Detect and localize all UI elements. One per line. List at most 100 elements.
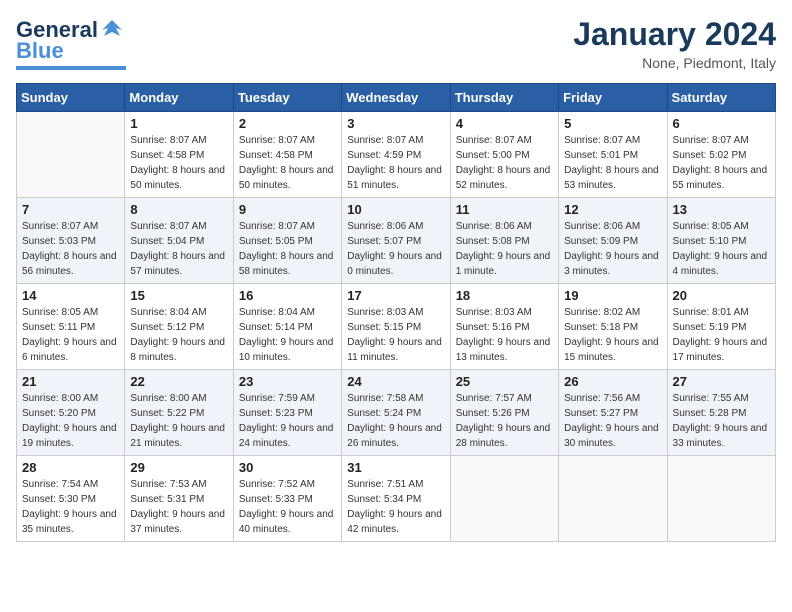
day-info: Sunrise: 8:01 AMSunset: 5:19 PMDaylight:…	[673, 305, 770, 365]
day-info: Sunrise: 8:07 AMSunset: 5:04 PMDaylight:…	[130, 219, 227, 279]
day-number: 26	[564, 374, 661, 389]
day-number: 21	[22, 374, 119, 389]
day-number: 30	[239, 460, 336, 475]
day-info: Sunrise: 7:57 AMSunset: 5:26 PMDaylight:…	[456, 391, 553, 451]
calendar-week-row: 21 Sunrise: 8:00 AMSunset: 5:20 PMDayligh…	[17, 370, 776, 456]
day-number: 9	[239, 202, 336, 217]
location-subtitle: None, Piedmont, Italy	[573, 55, 776, 71]
calendar-cell: 23Sunrise: 7:59 AMSunset: 5:23 PMDayligh…	[233, 370, 341, 456]
calendar-cell: 26 Sunrise: 7:56 AMSunset: 5:27 PMDayligh…	[559, 370, 667, 456]
logo-blue: Blue	[16, 38, 64, 64]
day-number: 15	[130, 288, 227, 303]
day-number: 12	[564, 202, 661, 217]
column-header-tuesday: Tuesday	[233, 84, 341, 112]
day-info: Sunrise: 7:59 AMSunset: 5:23 PMDaylight:…	[239, 391, 336, 451]
column-header-saturday: Saturday	[667, 84, 775, 112]
day-info: Sunrise: 8:00 AMSunset: 5:22 PMDaylight:…	[130, 391, 227, 451]
calendar-cell: 2 Sunrise: 8:07 AMSunset: 4:58 PMDaylight…	[233, 112, 341, 198]
calendar-cell: 13Sunrise: 8:05 AMSunset: 5:10 PMDayligh…	[667, 198, 775, 284]
day-info: Sunrise: 8:07 AMSunset: 5:00 PMDaylight:…	[456, 133, 553, 193]
calendar-cell: 29 Sunrise: 7:53 AMSunset: 5:31 PMDayligh…	[125, 456, 233, 542]
day-number: 14	[22, 288, 119, 303]
logo: General Blue	[16, 16, 126, 70]
day-info: Sunrise: 8:06 AMSunset: 5:09 PMDaylight:…	[564, 219, 661, 279]
day-number: 3	[347, 116, 444, 131]
column-header-friday: Friday	[559, 84, 667, 112]
day-number: 2	[239, 116, 336, 131]
calendar-cell: 28 Sunrise: 7:54 AMSunset: 5:30 PMDayligh…	[17, 456, 125, 542]
calendar-cell: 25Sunrise: 7:57 AMSunset: 5:26 PMDayligh…	[450, 370, 558, 456]
day-info: Sunrise: 7:51 AMSunset: 5:34 PMDaylight:…	[347, 477, 444, 537]
day-number: 20	[673, 288, 770, 303]
day-info: Sunrise: 8:07 AMSunset: 4:58 PMDaylight:…	[239, 133, 336, 193]
day-info: Sunrise: 7:58 AMSunset: 5:24 PMDaylight:…	[347, 391, 444, 451]
calendar-header-row: SundayMondayTuesdayWednesdayThursdayFrid…	[17, 84, 776, 112]
calendar-cell	[667, 456, 775, 542]
calendar-cell: 22 Sunrise: 8:00 AMSunset: 5:22 PMDayligh…	[125, 370, 233, 456]
calendar-cell: 8 Sunrise: 8:07 AMSunset: 5:04 PMDaylight…	[125, 198, 233, 284]
day-number: 27	[673, 374, 770, 389]
day-number: 10	[347, 202, 444, 217]
day-number: 28	[22, 460, 119, 475]
column-header-thursday: Thursday	[450, 84, 558, 112]
column-header-monday: Monday	[125, 84, 233, 112]
calendar-cell: 17 Sunrise: 8:03 AMSunset: 5:15 PMDayligh…	[342, 284, 450, 370]
calendar-week-row: 1 Sunrise: 8:07 AMSunset: 4:58 PMDaylight…	[17, 112, 776, 198]
calendar-cell: 9 Sunrise: 8:07 AMSunset: 5:05 PMDaylight…	[233, 198, 341, 284]
day-info: Sunrise: 8:06 AMSunset: 5:07 PMDaylight:…	[347, 219, 444, 279]
day-number: 17	[347, 288, 444, 303]
day-info: Sunrise: 8:04 AMSunset: 5:12 PMDaylight:…	[130, 305, 227, 365]
day-number: 24	[347, 374, 444, 389]
day-info: Sunrise: 7:54 AMSunset: 5:30 PMDaylight:…	[22, 477, 119, 537]
day-number: 1	[130, 116, 227, 131]
day-number: 19	[564, 288, 661, 303]
day-info: Sunrise: 8:07 AMSunset: 5:05 PMDaylight:…	[239, 219, 336, 279]
day-info: Sunrise: 8:06 AMSunset: 5:08 PMDaylight:…	[456, 219, 553, 279]
day-info: Sunrise: 8:07 AMSunset: 4:58 PMDaylight:…	[130, 133, 227, 193]
calendar-cell	[450, 456, 558, 542]
calendar-cell: 21 Sunrise: 8:00 AMSunset: 5:20 PMDayligh…	[17, 370, 125, 456]
calendar-cell: 31Sunrise: 7:51 AMSunset: 5:34 PMDayligh…	[342, 456, 450, 542]
day-info: Sunrise: 8:00 AMSunset: 5:20 PMDaylight:…	[22, 391, 119, 451]
calendar-cell: 27Sunrise: 7:55 AMSunset: 5:28 PMDayligh…	[667, 370, 775, 456]
logo-bar	[16, 66, 126, 70]
calendar-week-row: 28 Sunrise: 7:54 AMSunset: 5:30 PMDayligh…	[17, 456, 776, 542]
day-number: 22	[130, 374, 227, 389]
day-info: Sunrise: 8:07 AMSunset: 4:59 PMDaylight:…	[347, 133, 444, 193]
calendar-cell: 19 Sunrise: 8:02 AMSunset: 5:18 PMDayligh…	[559, 284, 667, 370]
title-block: January 2024 None, Piedmont, Italy	[573, 16, 776, 71]
calendar-cell: 16Sunrise: 8:04 AMSunset: 5:14 PMDayligh…	[233, 284, 341, 370]
calendar-cell: 12 Sunrise: 8:06 AMSunset: 5:09 PMDayligh…	[559, 198, 667, 284]
day-info: Sunrise: 8:03 AMSunset: 5:15 PMDaylight:…	[347, 305, 444, 365]
calendar-cell: 20 Sunrise: 8:01 AMSunset: 5:19 PMDayligh…	[667, 284, 775, 370]
calendar-cell: 1 Sunrise: 8:07 AMSunset: 4:58 PMDaylight…	[125, 112, 233, 198]
calendar-cell: 18 Sunrise: 8:03 AMSunset: 5:16 PMDayligh…	[450, 284, 558, 370]
calendar-cell: 10 Sunrise: 8:06 AMSunset: 5:07 PMDayligh…	[342, 198, 450, 284]
calendar-cell: 7Sunrise: 8:07 AMSunset: 5:03 PMDaylight…	[17, 198, 125, 284]
calendar-week-row: 7Sunrise: 8:07 AMSunset: 5:03 PMDaylight…	[17, 198, 776, 284]
calendar-cell: 5Sunrise: 8:07 AMSunset: 5:01 PMDaylight…	[559, 112, 667, 198]
month-title: January 2024	[573, 16, 776, 53]
column-header-sunday: Sunday	[17, 84, 125, 112]
day-number: 8	[130, 202, 227, 217]
day-info: Sunrise: 8:02 AMSunset: 5:18 PMDaylight:…	[564, 305, 661, 365]
day-info: Sunrise: 7:53 AMSunset: 5:31 PMDaylight:…	[130, 477, 227, 537]
day-info: Sunrise: 7:56 AMSunset: 5:27 PMDaylight:…	[564, 391, 661, 451]
calendar-cell: 15 Sunrise: 8:04 AMSunset: 5:12 PMDayligh…	[125, 284, 233, 370]
calendar-cell: 11 Sunrise: 8:06 AMSunset: 5:08 PMDayligh…	[450, 198, 558, 284]
day-number: 16	[239, 288, 336, 303]
logo-bird-icon	[98, 16, 126, 44]
calendar-cell: 3 Sunrise: 8:07 AMSunset: 4:59 PMDaylight…	[342, 112, 450, 198]
day-number: 4	[456, 116, 553, 131]
calendar-cell: 4 Sunrise: 8:07 AMSunset: 5:00 PMDaylight…	[450, 112, 558, 198]
day-info: Sunrise: 8:03 AMSunset: 5:16 PMDaylight:…	[456, 305, 553, 365]
day-number: 5	[564, 116, 661, 131]
day-number: 6	[673, 116, 770, 131]
day-number: 29	[130, 460, 227, 475]
calendar-cell	[17, 112, 125, 198]
day-info: Sunrise: 8:07 AMSunset: 5:02 PMDaylight:…	[673, 133, 770, 193]
day-info: Sunrise: 8:05 AMSunset: 5:11 PMDaylight:…	[22, 305, 119, 365]
day-number: 18	[456, 288, 553, 303]
day-info: Sunrise: 7:52 AMSunset: 5:33 PMDaylight:…	[239, 477, 336, 537]
day-number: 11	[456, 202, 553, 217]
